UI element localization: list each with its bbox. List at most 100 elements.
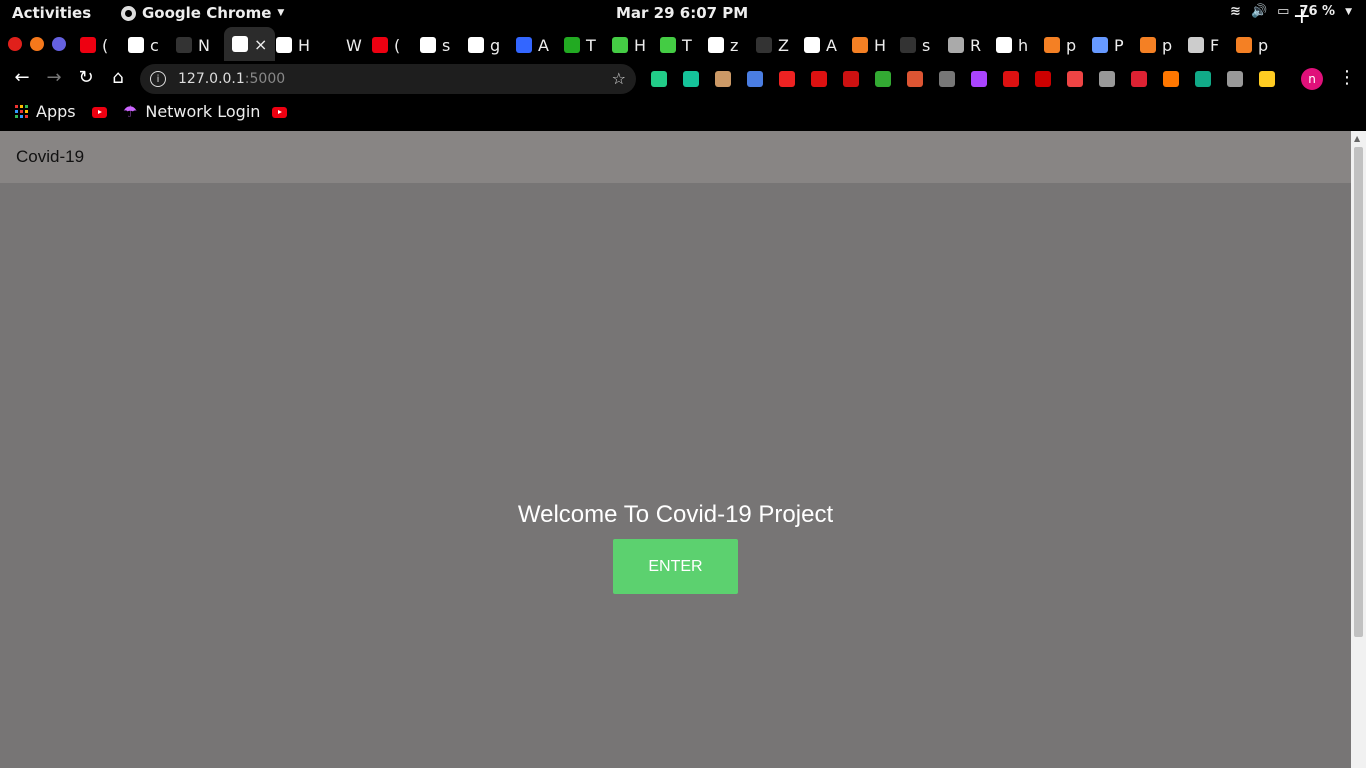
ext-bulb-icon[interactable] — [939, 71, 955, 87]
browser-tab[interactable]: z — [708, 35, 738, 55]
browser-tab[interactable]: A — [516, 35, 549, 55]
browser-tab[interactable]: T — [660, 35, 692, 55]
battery-icon: ▭ — [1277, 4, 1290, 19]
new-tab-button[interactable]: + — [1293, 4, 1311, 29]
ext-block-icon[interactable] — [843, 71, 859, 87]
stackoverflow-icon — [1044, 37, 1060, 53]
chrome-menu-button[interactable]: ⋮ — [1338, 67, 1356, 88]
ext-book-icon[interactable] — [1003, 71, 1019, 87]
browser-tab[interactable]: × — [224, 27, 276, 61]
ext-grammarly-icon[interactable] — [683, 71, 699, 87]
url-text[interactable]: 127.0.0.1:5000 — [178, 71, 285, 87]
ext-windows-icon[interactable] — [875, 71, 891, 87]
tab-title: × — [254, 34, 268, 54]
tab-title: H — [874, 35, 887, 55]
browser-tab[interactable]: s — [420, 35, 450, 55]
ext-video-icon[interactable] — [1067, 71, 1083, 87]
clock[interactable]: Mar 29 6:07 PM — [616, 4, 748, 22]
enter-button[interactable]: ENTER — [613, 539, 738, 594]
tab-title: s — [922, 35, 931, 55]
scrollbar-thumb[interactable] — [1354, 147, 1363, 637]
browser-tab[interactable]: H — [852, 35, 886, 55]
system-tray[interactable]: ≋ 🔊 ▭ 76 % ▼ — [1230, 4, 1352, 19]
minimize-window-button[interactable] — [30, 37, 44, 51]
site-brand[interactable]: Covid-19 — [16, 147, 84, 167]
reload-button[interactable]: ↻ — [74, 67, 98, 88]
browser-tab[interactable]: p — [1236, 35, 1268, 55]
browser-tab[interactable]: ( — [80, 35, 108, 55]
ext-color-icon[interactable] — [971, 71, 987, 87]
flask-icon — [1188, 37, 1204, 53]
card-icon — [516, 37, 532, 53]
gmail-icon — [420, 37, 436, 53]
browser-tab[interactable]: W — [324, 35, 362, 55]
tab-title: ( — [394, 35, 401, 55]
site-navbar: Covid-19 — [0, 131, 1351, 183]
site-info-icon[interactable]: i — [150, 71, 166, 87]
tab-title: T — [586, 35, 596, 55]
browser-tab[interactable]: F — [1188, 35, 1219, 55]
bookmark-apps[interactable]: Apps — [15, 102, 76, 121]
google-icon — [996, 37, 1012, 53]
browser-tab[interactable]: H — [612, 35, 646, 55]
ext-shield-icon[interactable] — [1227, 71, 1243, 87]
stackoverflow-icon — [1236, 37, 1252, 53]
chrome-icon — [121, 5, 136, 21]
browser-tab[interactable]: g — [468, 35, 500, 55]
browser-tab[interactable]: H — [276, 35, 310, 55]
bookmark-network-login[interactable]: ☂ Network Login — [123, 102, 260, 121]
tab-title: T — [682, 35, 692, 55]
close-window-button[interactable] — [8, 37, 22, 51]
ext-abp-icon[interactable] — [1035, 71, 1051, 87]
tab-title: P — [1114, 35, 1124, 55]
ext-chat-icon[interactable] — [1099, 71, 1115, 87]
browser-tab[interactable]: Z — [756, 35, 789, 55]
ext-yab-icon[interactable] — [811, 71, 827, 87]
activities-button[interactable]: Activities — [12, 4, 91, 22]
ext-fire-icon[interactable] — [1163, 71, 1179, 87]
ext-flipkart-icon[interactable] — [1259, 71, 1275, 87]
browser-tab[interactable]: A — [804, 35, 837, 55]
tab-title: F — [1210, 35, 1220, 55]
medium-icon — [804, 37, 820, 53]
youtube-icon — [272, 107, 287, 118]
stackoverflow-icon — [852, 37, 868, 53]
browser-tab[interactable]: ( — [372, 35, 400, 55]
home-button[interactable]: ⌂ — [106, 67, 130, 88]
browser-tab[interactable]: T — [564, 35, 596, 55]
page-scrollbar[interactable]: ▲ — [1351, 131, 1366, 768]
apps-grid-icon — [15, 105, 28, 118]
browser-tab[interactable]: h — [996, 35, 1028, 55]
wifi-icon: ≋ — [1230, 4, 1241, 19]
chart-icon — [612, 37, 628, 53]
address-bar[interactable]: i 127.0.0.1:5000 ☆ — [140, 64, 636, 94]
maximize-window-button[interactable] — [52, 37, 66, 51]
ext-sheet-icon[interactable] — [1195, 71, 1211, 87]
bookmark-youtube[interactable] — [272, 107, 287, 118]
browser-tab[interactable]: P — [1092, 35, 1124, 55]
browser-tab[interactable]: c — [128, 35, 159, 55]
bookmarks-bar: Apps ☂ Network Login — [0, 97, 1366, 130]
browser-tab[interactable]: N — [176, 35, 210, 55]
browser-tab[interactable]: p — [1140, 35, 1172, 55]
ext-flag-icon[interactable] — [779, 71, 795, 87]
bookmark-star-icon[interactable]: ☆ — [612, 69, 626, 88]
ext-mail-icon[interactable] — [651, 71, 667, 87]
ext-translate-icon[interactable] — [747, 71, 763, 87]
back-button[interactable]: ← — [10, 67, 34, 88]
bookmark-youtube[interactable] — [92, 107, 107, 118]
browser-tab[interactable]: s — [900, 35, 930, 55]
tab-title: H — [634, 35, 647, 55]
forward-button[interactable]: → — [42, 67, 66, 88]
ext-cookie-icon[interactable] — [715, 71, 731, 87]
browser-tab[interactable]: p — [1044, 35, 1076, 55]
ext-office-icon[interactable] — [907, 71, 923, 87]
browser-tab[interactable]: R — [948, 35, 981, 55]
bookmark-network-login-label: Network Login — [145, 102, 261, 121]
ext-spider-icon[interactable] — [1131, 71, 1147, 87]
dev-icon — [324, 37, 340, 53]
tab-title: z — [730, 35, 739, 55]
scroll-up-arrow-icon[interactable]: ▲ — [1354, 134, 1360, 143]
app-menu[interactable]: Google Chrome ▼ — [121, 4, 284, 22]
profile-avatar[interactable]: n — [1301, 68, 1323, 90]
